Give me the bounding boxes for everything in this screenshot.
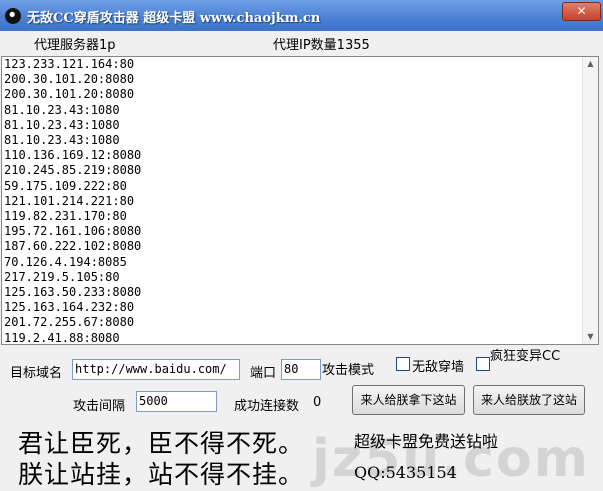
promo-line-2: QQ:5435154 bbox=[354, 463, 457, 482]
attack-mode-label: 攻击模式 bbox=[322, 363, 375, 378]
proxy-list-item[interactable]: 70.126.4.194:8085 bbox=[4, 255, 582, 270]
proxy-list-item[interactable]: 59.175.109.222:80 bbox=[4, 179, 582, 194]
proxy-count-label: 代理IP数量1355 bbox=[273, 38, 370, 53]
target-domain-label: 目标域名 bbox=[10, 366, 63, 381]
stop-attack-button[interactable]: 来人给朕放了这站 bbox=[473, 385, 585, 415]
proxy-list[interactable]: 123.233.121.164:80 200.30.101.20:8080 200.… bbox=[1, 56, 599, 345]
window-title: 无敌CC穿盾攻击器 超级卡盟 www.chaojkm.cn bbox=[27, 11, 321, 26]
proxy-list-item[interactable]: 125.163.50.233:8080 bbox=[4, 285, 582, 300]
crazy-cc-label: 疯狂变异CC bbox=[490, 349, 561, 364]
close-button[interactable]: ✕ bbox=[562, 2, 601, 21]
title-bar: 无敌CC穿盾攻击器 超级卡盟 www.chaojkm.cn ✕ bbox=[0, 0, 603, 31]
crazy-cc-checkbox[interactable] bbox=[476, 357, 490, 371]
success-count-label: 成功连接数 bbox=[234, 399, 300, 414]
proxy-list-item[interactable]: 125.163.164.232:80 bbox=[4, 300, 582, 315]
proxy-list-item[interactable]: 81.10.23.43:1080 bbox=[4, 118, 582, 133]
proxy-list-item[interactable]: 187.60.222.102:8080 bbox=[4, 239, 582, 254]
proxy-list-item[interactable]: 119.82.231.170:80 bbox=[4, 209, 582, 224]
start-attack-button[interactable]: 来人给朕拿下这站 bbox=[352, 385, 465, 415]
scroll-down-icon[interactable]: ▼ bbox=[584, 330, 597, 344]
proxy-list-item[interactable]: 217.219.5.105:80 bbox=[4, 270, 582, 285]
proxy-list-item[interactable]: 110.136.169.12:8080 bbox=[4, 148, 582, 163]
port-input[interactable]: 80 bbox=[281, 359, 321, 380]
port-label: 端口 bbox=[250, 366, 277, 381]
proxy-list-item[interactable]: 123.233.121.164:80 bbox=[4, 57, 582, 72]
main-window: 代理服务器1p 代理IP数量1355 123.233.121.164:80 200… bbox=[0, 31, 603, 489]
success-count-value: 0 bbox=[313, 395, 322, 410]
proxy-list-item[interactable]: 81.10.23.43:1080 bbox=[4, 133, 582, 148]
slogan-line-2: 朕让站挂，站不得不挂。 bbox=[18, 460, 305, 489]
app-icon bbox=[5, 8, 21, 24]
proxy-list-item[interactable]: 200.30.101.20:8080 bbox=[4, 87, 582, 102]
vertical-scrollbar[interactable]: ▲ ▼ bbox=[582, 57, 598, 344]
invincible-wall-checkbox[interactable] bbox=[396, 357, 410, 371]
proxy-list-item[interactable]: 201.72.255.67:8080 bbox=[4, 315, 582, 330]
proxy-list-lines: 123.233.121.164:80 200.30.101.20:8080 200.… bbox=[4, 57, 582, 344]
proxy-list-item[interactable]: 210.245.85.219:8080 bbox=[4, 163, 582, 178]
proxy-list-item[interactable]: 200.30.101.20:8080 bbox=[4, 72, 582, 87]
interval-label: 攻击间隔 bbox=[73, 399, 126, 414]
proxy-server-label: 代理服务器1p bbox=[34, 38, 116, 53]
invincible-wall-label: 无敌穿墙 bbox=[412, 360, 465, 375]
proxy-list-item[interactable]: 195.72.161.106:8080 bbox=[4, 224, 582, 239]
proxy-list-item[interactable]: 81.10.23.43:1080 bbox=[4, 103, 582, 118]
target-domain-input[interactable]: http://www.baidu.com/ bbox=[72, 359, 240, 380]
proxy-list-item[interactable]: 121.101.214.221:80 bbox=[4, 194, 582, 209]
proxy-list-item[interactable]: 119.2.41.88:8080 bbox=[4, 331, 582, 344]
scroll-up-icon[interactable]: ▲ bbox=[584, 57, 597, 71]
promo-line-1: 超级卡盟免费送钻啦 bbox=[354, 432, 499, 451]
interval-input[interactable]: 5000 bbox=[136, 391, 217, 412]
